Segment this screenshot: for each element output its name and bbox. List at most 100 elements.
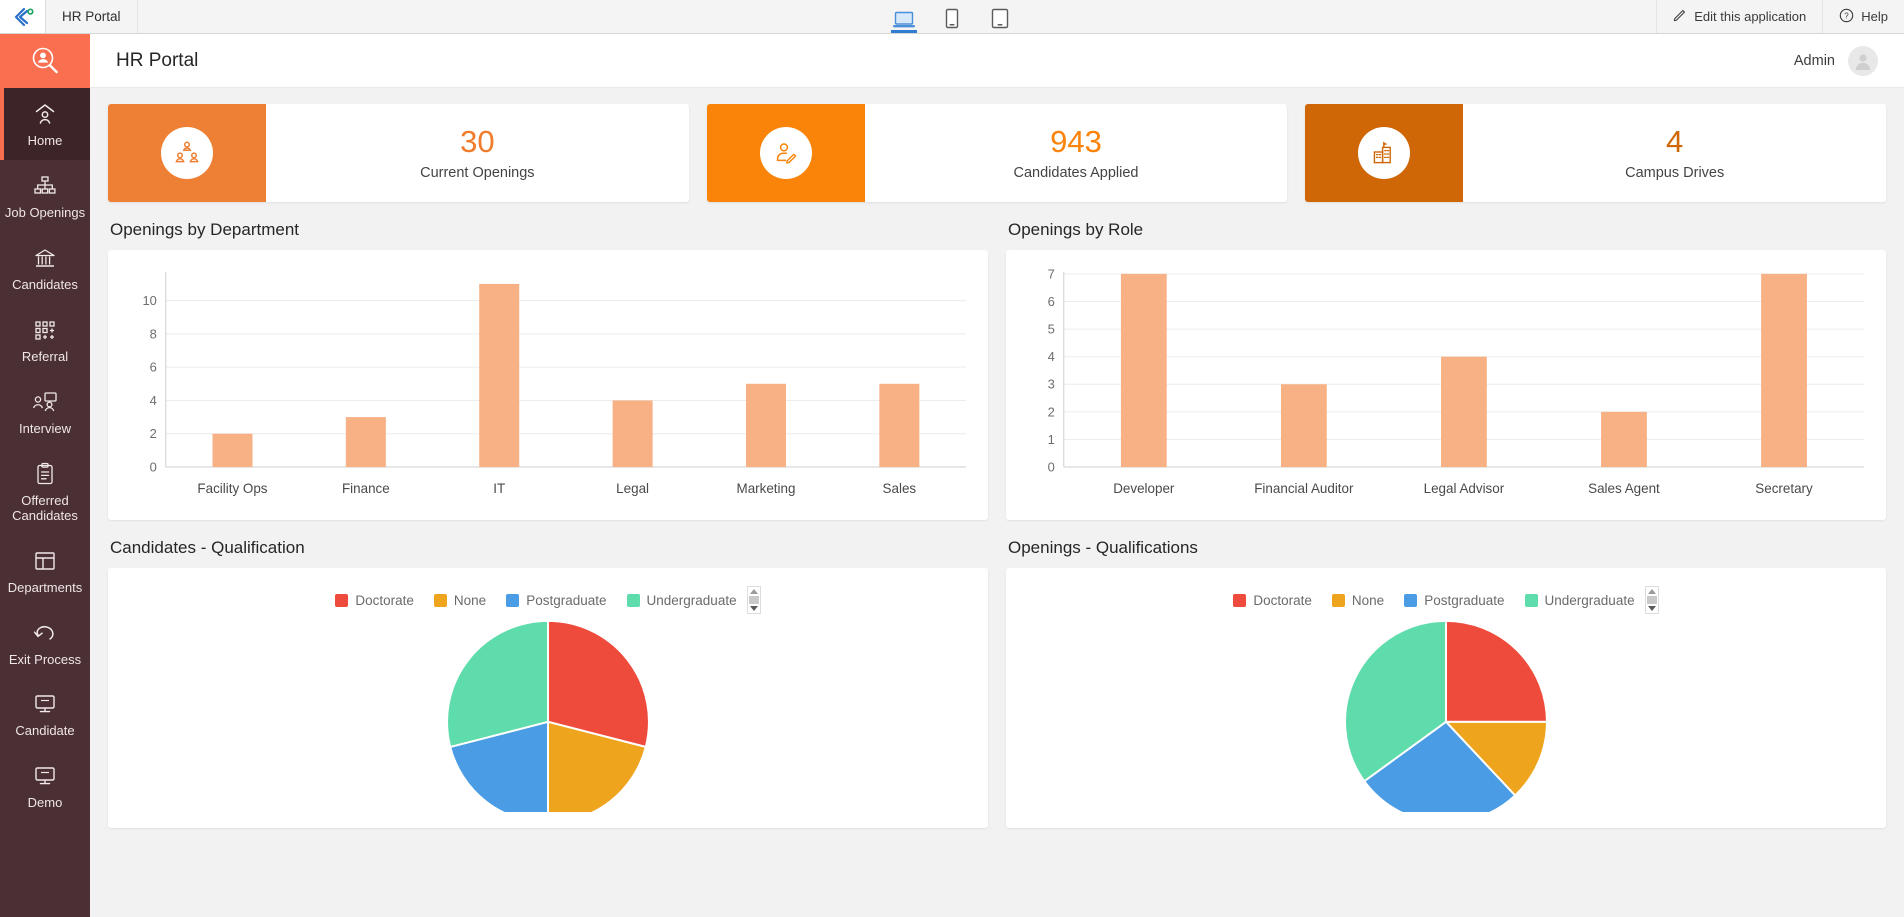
candidates-qualification-card[interactable]: Doctorate None Postgraduate Undergraduate (108, 568, 988, 828)
legend-label: Undergraduate (647, 593, 737, 608)
sidebar-item-candidate[interactable]: Candidate (0, 678, 90, 750)
sidebar-item-offerred-candidates[interactable]: Offerred Candidates (0, 448, 90, 535)
dashboard-content: 30 Current Openings (90, 88, 1904, 917)
legend-label: Undergraduate (1545, 593, 1635, 608)
legend-scroll-spinner[interactable] (1645, 586, 1659, 614)
openings-by-role-section: Openings by Role 01234567DeveloperFinanc… (1006, 216, 1886, 520)
bar-chart-openings-by-department[interactable]: 0246810Facility OpsFinanceITLegalMarketi… (120, 260, 976, 509)
legend-label: Doctorate (355, 593, 414, 608)
sidebar-item-exit-process[interactable]: Exit Process (0, 607, 90, 679)
legend-item[interactable]: Postgraduate (506, 593, 606, 608)
section-title: Openings - Qualifications (1006, 534, 1886, 568)
sidebar-item-referral[interactable]: Referral (0, 304, 90, 376)
legend-scroll-spinner[interactable] (747, 586, 761, 614)
sidebar-item-label: Referral (4, 350, 86, 365)
legend-item[interactable]: Undergraduate (1525, 593, 1635, 608)
mobile-icon[interactable] (937, 1, 967, 33)
legend-item[interactable]: None (1332, 593, 1384, 608)
builder-toolbar: HR Portal (0, 0, 1904, 34)
user-search-icon[interactable] (0, 34, 90, 88)
bank-icon (4, 245, 86, 271)
svg-text:IT: IT (493, 481, 505, 496)
legend-item[interactable]: Doctorate (1233, 593, 1312, 608)
legend-item[interactable]: Undergraduate (627, 593, 737, 608)
svg-text:Legal: Legal (616, 481, 649, 496)
scroll-thumb[interactable] (1647, 596, 1657, 604)
user-edit-icon (760, 127, 812, 179)
svg-text:5: 5 (1048, 322, 1055, 337)
svg-text:Financial Auditor: Financial Auditor (1254, 481, 1354, 496)
sidebar-item-label: Departments (4, 581, 86, 596)
svg-text:4: 4 (150, 393, 157, 408)
legend-item[interactable]: Doctorate (335, 593, 414, 608)
clipboard-icon (4, 461, 86, 487)
legend-items: Doctorate None Postgraduate Undergraduate (335, 593, 736, 608)
svg-text:Finance: Finance (342, 481, 390, 496)
sidebar-item-label: Exit Process (4, 653, 86, 668)
chevron-up-icon[interactable] (750, 589, 758, 594)
monitor-icon (4, 691, 86, 717)
candidates-qualification-section: Candidates - Qualification DoctorateNone… (108, 534, 988, 828)
people-screen-icon (4, 389, 86, 415)
legend-label: Postgraduate (526, 593, 606, 608)
avatar[interactable] (1848, 46, 1878, 76)
svg-text:Developer: Developer (1113, 481, 1175, 496)
builder-toolbar-right: Edit this application ? Help (1656, 0, 1904, 33)
device-preview-switcher (889, 0, 1015, 34)
legend-label: Postgraduate (1424, 593, 1504, 608)
svg-text:Facility Ops: Facility Ops (197, 481, 267, 496)
help-button[interactable]: ? Help (1822, 0, 1904, 33)
pie-legend: Doctorate None Postgraduate Undergraduate (120, 578, 976, 616)
pie-chart-candidates-qualification[interactable] (120, 616, 976, 812)
desktop-icon[interactable] (889, 1, 919, 33)
grid-plus-icon (4, 317, 86, 343)
bar-chart-openings-by-role[interactable]: 01234567DeveloperFinancial AuditorLegal … (1018, 260, 1874, 509)
chevron-down-icon[interactable] (750, 606, 758, 611)
legend-label: Doctorate (1253, 593, 1312, 608)
legend-item[interactable]: None (434, 593, 486, 608)
legend-swatch (506, 594, 519, 607)
chevron-down-icon[interactable] (1648, 606, 1656, 611)
svg-text:Legal Advisor: Legal Advisor (1424, 481, 1505, 496)
kpi-icon-box (108, 104, 266, 202)
creator-logo-icon[interactable] (0, 0, 46, 33)
header-right: Admin (1794, 46, 1878, 76)
openings-qualifications-card[interactable]: Doctorate None Postgraduate Undergraduate (1006, 568, 1886, 828)
openings-by-department-card[interactable]: 0246810Facility OpsFinanceITLegalMarketi… (108, 250, 988, 520)
sidebar-item-demo[interactable]: Demo (0, 750, 90, 822)
kpi-row: 30 Current Openings (108, 104, 1886, 202)
section-title: Openings by Role (1006, 216, 1886, 250)
svg-text:7: 7 (1048, 266, 1055, 281)
sidebar-item-candidates[interactable]: Candidates (0, 232, 90, 304)
arrow-loop-icon (4, 620, 86, 646)
kpi-card-candidates-applied[interactable]: 943 Candidates Applied (707, 104, 1288, 202)
tablet-icon[interactable] (985, 1, 1015, 33)
sidebar-item-home[interactable]: Home (0, 88, 90, 160)
pie-legend: Doctorate None Postgraduate Undergraduate (1018, 578, 1874, 616)
sidebar-item-job-openings[interactable]: Job Openings (0, 160, 90, 232)
page-title: HR Portal (116, 50, 198, 72)
sidebar-item-departments[interactable]: Departments (0, 535, 90, 607)
chevron-up-icon[interactable] (1648, 589, 1656, 594)
openings-by-role-card[interactable]: 01234567DeveloperFinancial AuditorLegal … (1006, 250, 1886, 520)
legend-swatch (434, 594, 447, 607)
legend-swatch (627, 594, 640, 607)
svg-text:6: 6 (150, 360, 157, 375)
pie-chart-openings-qualifications[interactable] (1018, 616, 1874, 812)
bar-chart-row: Openings by Department 0246810Facility O… (108, 216, 1886, 520)
svg-text:Marketing: Marketing (737, 481, 796, 496)
legend-item[interactable]: Postgraduate (1404, 593, 1504, 608)
openings-qualifications-section: Openings - Qualifications Doctorate None P… (1006, 534, 1886, 828)
legend-label: None (454, 593, 486, 608)
section-title: Openings by Department (108, 216, 988, 250)
openings-by-department-section: Openings by Department 0246810Facility O… (108, 216, 988, 520)
kpi-card-current-openings[interactable]: 30 Current Openings (108, 104, 689, 202)
edit-application-button[interactable]: Edit this application (1656, 0, 1822, 33)
kpi-body: 943 Candidates Applied (865, 104, 1288, 202)
kpi-card-campus-drives[interactable]: 4 Campus Drives (1305, 104, 1886, 202)
sidebar-item-label: Interview (4, 422, 86, 437)
scroll-thumb[interactable] (749, 596, 759, 604)
sidebar-item-interview[interactable]: Interview (0, 376, 90, 448)
sidebar-item-label: Offerred Candidates (4, 494, 86, 524)
sidebar-item-label: Job Openings (4, 206, 86, 221)
